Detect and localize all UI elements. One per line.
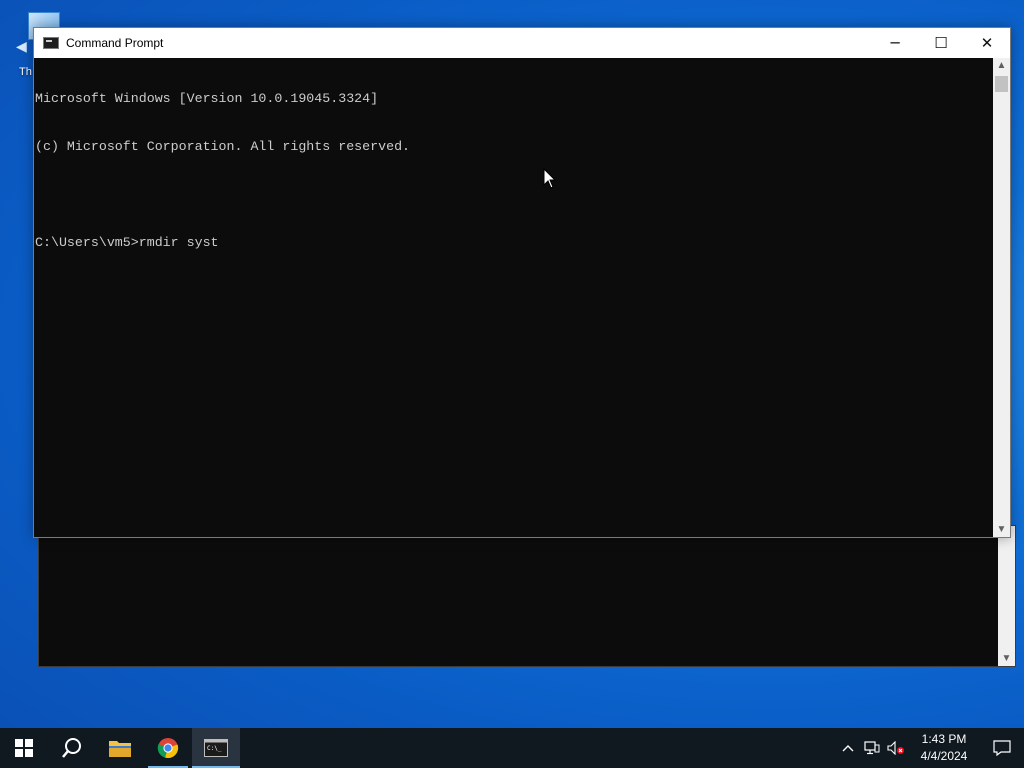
scroll-up-icon[interactable]: ▲ <box>993 60 1010 71</box>
svg-text:C:\_: C:\_ <box>207 745 222 752</box>
console-scrollbar[interactable]: ▲ ▼ <box>993 58 1010 537</box>
console-line: Microsoft Windows [Version 10.0.19045.33… <box>35 91 379 106</box>
action-center-button[interactable] <box>980 728 1024 768</box>
window-title: Command Prompt <box>66 36 164 50</box>
folder-icon <box>109 741 131 757</box>
title-bar[interactable]: Command Prompt ─ ☐ ✕ <box>34 28 1010 58</box>
window-controls: ─ ☐ ✕ <box>872 28 1010 58</box>
taskbar: C:\_ 1:43 PM 4/4/2024 <box>0 728 1024 768</box>
scroll-down-icon[interactable]: ▼ <box>998 653 1015 664</box>
background-scrollbar[interactable]: ▼ <box>998 526 1015 666</box>
desktop-icon-label: Th <box>19 66 32 78</box>
clock-time: 1:43 PM <box>921 732 967 746</box>
console-output[interactable]: Microsoft Windows [Version 10.0.19045.33… <box>34 58 993 537</box>
notification-icon <box>993 740 1011 756</box>
close-button[interactable]: ✕ <box>964 28 1010 58</box>
cmd-app-icon <box>43 37 59 49</box>
volume-muted-icon[interactable] <box>884 728 908 768</box>
mouse-cursor-icon <box>543 168 557 189</box>
terminal-icon: C:\_ <box>204 739 228 757</box>
background-console-window[interactable]: ▼ <box>38 525 1016 667</box>
console-prompt-line: C:\Users\vm5>rmdir syst <box>35 235 219 250</box>
maximize-button[interactable]: ☐ <box>918 28 964 58</box>
command-prompt-taskbar-button[interactable]: C:\_ <box>192 728 240 768</box>
start-button[interactable] <box>0 728 48 768</box>
file-explorer-button[interactable] <box>96 728 144 768</box>
scrollbar-thumb[interactable] <box>995 76 1008 92</box>
minimize-button[interactable]: ─ <box>872 28 918 58</box>
clock[interactable]: 1:43 PM 4/4/2024 <box>908 731 980 765</box>
clock-date: 4/4/2024 <box>920 749 968 763</box>
network-icon[interactable] <box>860 728 884 768</box>
scroll-down-icon[interactable]: ▼ <box>993 524 1010 535</box>
search-button[interactable] <box>48 728 96 768</box>
console-line: (c) Microsoft Corporation. All rights re… <box>35 139 411 154</box>
search-icon <box>62 738 81 758</box>
command-prompt-window[interactable]: Command Prompt ─ ☐ ✕ Microsoft Windows [… <box>33 27 1011 538</box>
shortcut-arrow-icon: ◀ <box>16 38 27 54</box>
show-hidden-icons-chevron-icon[interactable] <box>836 728 860 768</box>
chrome-icon <box>157 738 179 759</box>
system-tray: 1:43 PM 4/4/2024 <box>836 728 1024 768</box>
chrome-button[interactable] <box>144 728 192 768</box>
windows-logo-icon <box>15 739 33 757</box>
